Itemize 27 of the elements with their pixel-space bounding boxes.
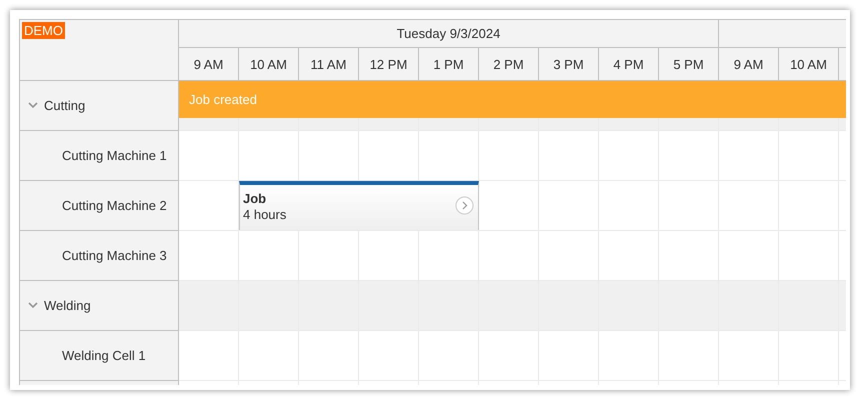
chevron-right-icon[interactable] (455, 196, 474, 215)
hour-header: 10 AM (239, 48, 299, 80)
hour-header: 4 PM (599, 48, 659, 80)
event-title: Job (243, 191, 266, 207)
demo-badge: DEMO (22, 22, 65, 39)
hour-header: 3 PM (539, 48, 599, 80)
resource-name: Welding Cell 1 (20, 331, 179, 381)
hour-header: 9 AM (719, 48, 779, 80)
chevron-down-icon[interactable] (28, 102, 38, 109)
event-card[interactable]: Job 4 hours (239, 181, 479, 230)
hour-header: 2 PM (479, 48, 539, 80)
hour-header: 12 PM (359, 48, 419, 80)
hour-header: 9 AM (179, 48, 239, 80)
day-header: Tuesday 9/3/2024 (179, 20, 719, 48)
chevron-down-icon[interactable] (28, 302, 38, 309)
resource-name: Cutting Machine 2 (20, 181, 179, 231)
hour-header: 5 PM (659, 48, 719, 80)
group-header[interactable]: Welding (20, 281, 179, 331)
hour-header: 10 AM (779, 48, 839, 80)
group-name: Welding (44, 298, 91, 313)
group-name: Cutting (44, 98, 86, 113)
group-header[interactable]: Cutting (20, 81, 179, 131)
hour-header: 1 PM (419, 48, 479, 80)
hour-header: 11 AM (299, 48, 359, 80)
resource-name: Cutting Machine 3 (20, 231, 179, 281)
resource-name: Cutting Machine 1 (20, 131, 179, 181)
event-duration: 4 hours (243, 207, 288, 223)
